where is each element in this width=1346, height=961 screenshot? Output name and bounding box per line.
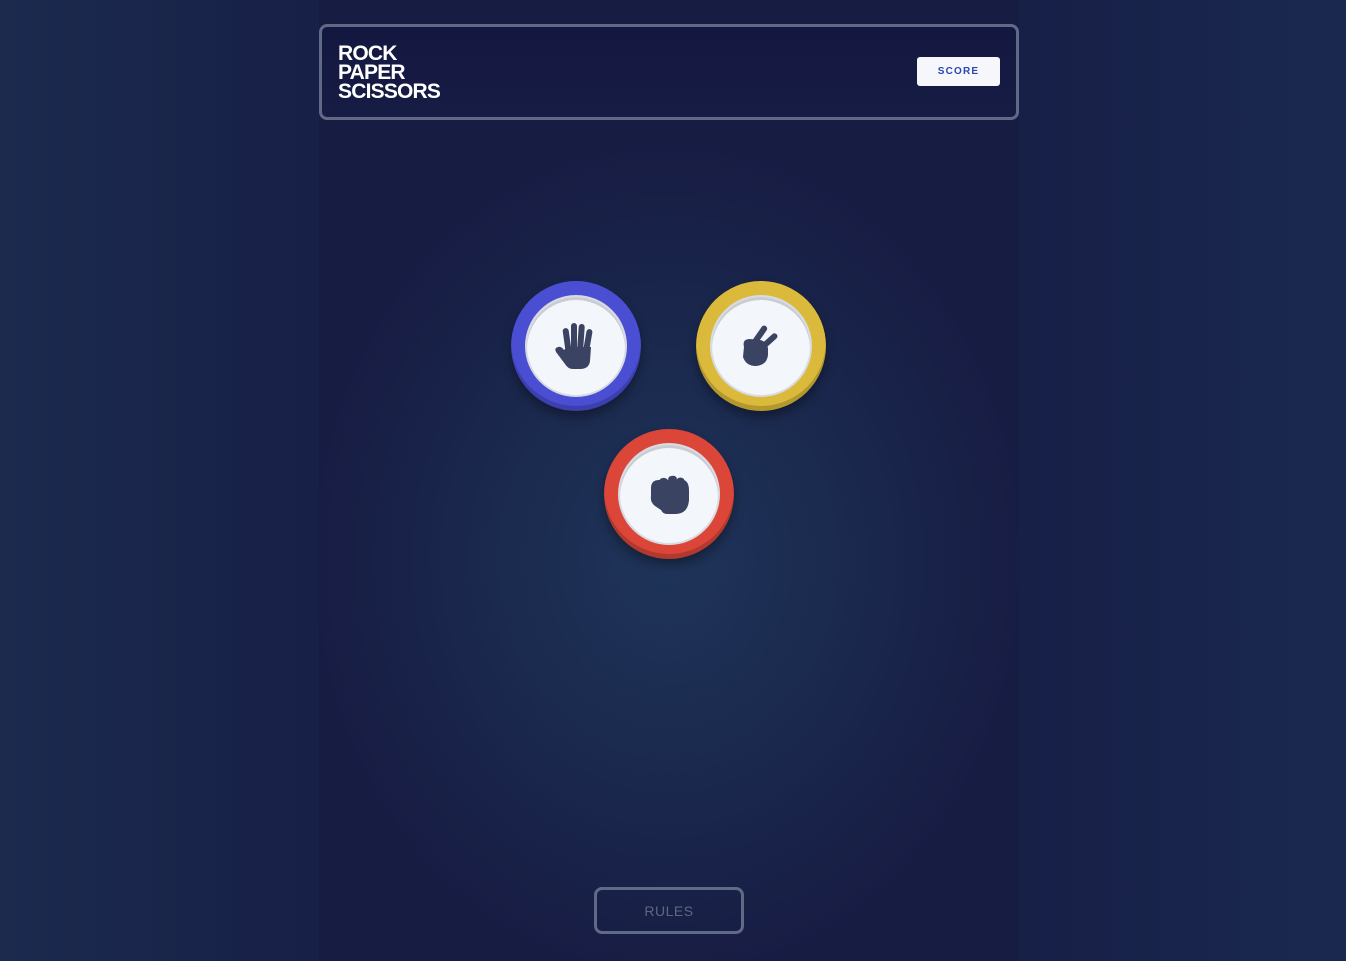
game-title: ROCK PAPER SCISSORS [338,43,441,103]
rules-button[interactable]: RULES [594,887,744,934]
score-box: SCORE [917,57,1000,86]
game-header: ROCK PAPER SCISSORS SCORE [319,24,1019,120]
scissors-choice-button[interactable] [696,281,826,411]
rock-fist-icon [650,475,689,514]
paper-hand-icon [555,323,593,369]
title-line-scissors: SCISSORS [338,80,441,103]
paper-choice-face [527,297,625,395]
rock-choice-button[interactable] [604,429,734,559]
rock-choice-face [620,445,718,543]
paper-choice-button[interactable] [511,281,641,411]
scissors-choice-face [712,297,810,395]
scissors-hand-icon [743,325,778,366]
score-label: SCORE [937,66,980,77]
